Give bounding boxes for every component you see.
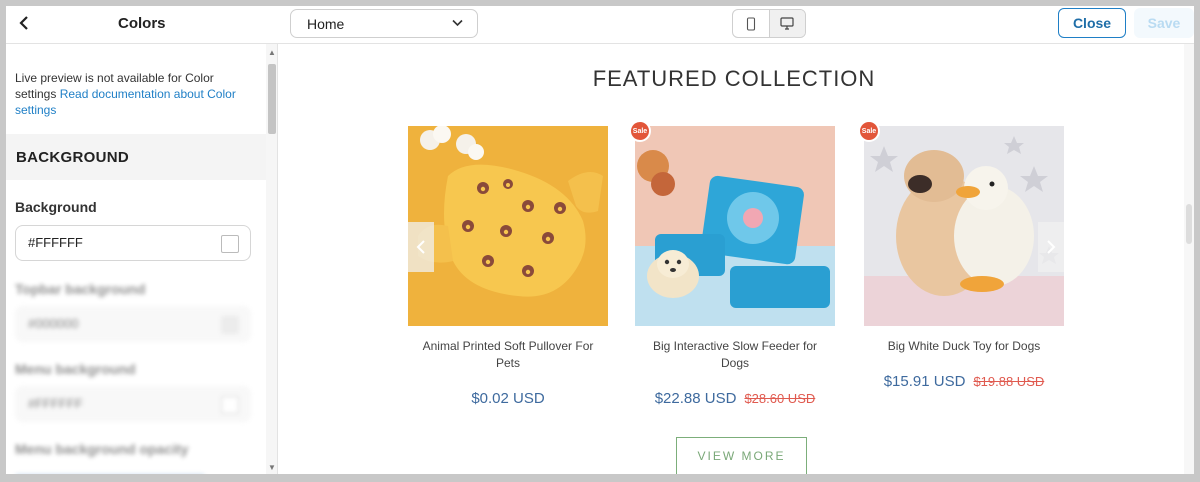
background-color-input[interactable]: #FFFFFF (15, 225, 251, 261)
topbar-background-label: Topbar background (15, 281, 146, 297)
product-prices: $22.88 USD $28.60 USD (635, 390, 835, 407)
background-color-value: #FFFFFF (28, 235, 83, 250)
desktop-view-button[interactable] (768, 10, 805, 37)
product-card[interactable]: Sale Big White Duck Toy for Dogs $15.91 … (858, 120, 1064, 390)
mobile-icon (746, 16, 755, 31)
panel-scrollbar[interactable]: ▲ ▼ (266, 44, 277, 474)
carousel-prev-arrow-icon[interactable] (408, 222, 434, 272)
product-name[interactable]: Big Interactive Slow Feeder for Dogs (635, 338, 835, 372)
product-compare-price: $28.60 USD (744, 391, 816, 406)
product-card[interactable]: Sale Big Interactive Slow Feeder for Dog… (629, 120, 835, 407)
mobile-view-button[interactable] (733, 10, 769, 37)
page-select-value: Home (307, 16, 345, 32)
preview-scrollbar[interactable] (1184, 44, 1194, 474)
preview-scroll-thumb[interactable] (1186, 204, 1192, 244)
menu-background-label: Menu background (15, 361, 136, 377)
page-select[interactable]: Home (290, 9, 478, 38)
featured-collection-title: FEATURED COLLECTION (592, 66, 876, 91)
menu-background-input[interactable]: #FFFFFF (15, 386, 251, 422)
color-swatch[interactable] (221, 235, 239, 253)
color-swatch[interactable] (221, 396, 239, 414)
scroll-up-arrow-icon[interactable]: ▲ (268, 48, 276, 57)
scroll-down-arrow-icon[interactable]: ▼ (268, 463, 276, 472)
product-name[interactable]: Animal Printed Soft Pullover For Pets (408, 338, 608, 372)
product-image-slow-feeder[interactable] (635, 126, 835, 326)
device-toggle (732, 9, 806, 38)
background-label: Background (15, 199, 97, 215)
back-arrow-icon[interactable] (14, 13, 34, 33)
product-price: $22.88 USD (654, 390, 737, 407)
product-price: $0.02 USD (471, 390, 545, 407)
color-swatch[interactable] (221, 316, 239, 334)
menu-opacity-label: Menu background opacity (15, 441, 189, 457)
close-button[interactable]: Close (1058, 8, 1126, 38)
topbar-background-value: #000000 (28, 316, 79, 331)
product-image-duck-toy[interactable] (864, 126, 1064, 326)
section-header-background: BACKGROUND (6, 134, 266, 180)
top-bar: Colors Home Close Save (6, 6, 1194, 44)
panel-title: Colors (118, 15, 166, 32)
product-prices: $0.02 USD (408, 390, 608, 407)
product-card[interactable]: Animal Printed Soft Pullover For Pets $0… (408, 126, 608, 407)
editor-window: Colors Home Close Save Live preview is n… (6, 6, 1194, 474)
product-name[interactable]: Big White Duck Toy for Dogs (864, 338, 1064, 355)
sale-badge: Sale (629, 120, 651, 142)
carousel-next-arrow-icon[interactable] (1038, 222, 1064, 272)
desktop-icon (780, 17, 794, 30)
product-prices: $15.91 USD $19.88 USD (864, 373, 1064, 390)
product-compare-price: $19.88 USD (973, 374, 1045, 389)
product-image-pullover[interactable] (408, 126, 608, 326)
menu-background-value: #FFFFFF (28, 396, 83, 411)
view-more-button[interactable]: VIEW MORE (676, 437, 807, 474)
preview-notice: Live preview is not available for Color … (15, 70, 255, 118)
store-preview: FEATURED COLLECTION Animal Printed Soft … (284, 44, 1194, 474)
sale-badge: Sale (858, 120, 880, 142)
chevron-down-icon (452, 16, 463, 30)
settings-panel: Live preview is not available for Color … (6, 44, 278, 474)
product-price: $15.91 USD (883, 373, 966, 390)
save-button[interactable]: Save (1134, 8, 1194, 38)
scroll-thumb[interactable] (268, 64, 276, 134)
topbar-background-input[interactable]: #000000 (15, 306, 251, 342)
